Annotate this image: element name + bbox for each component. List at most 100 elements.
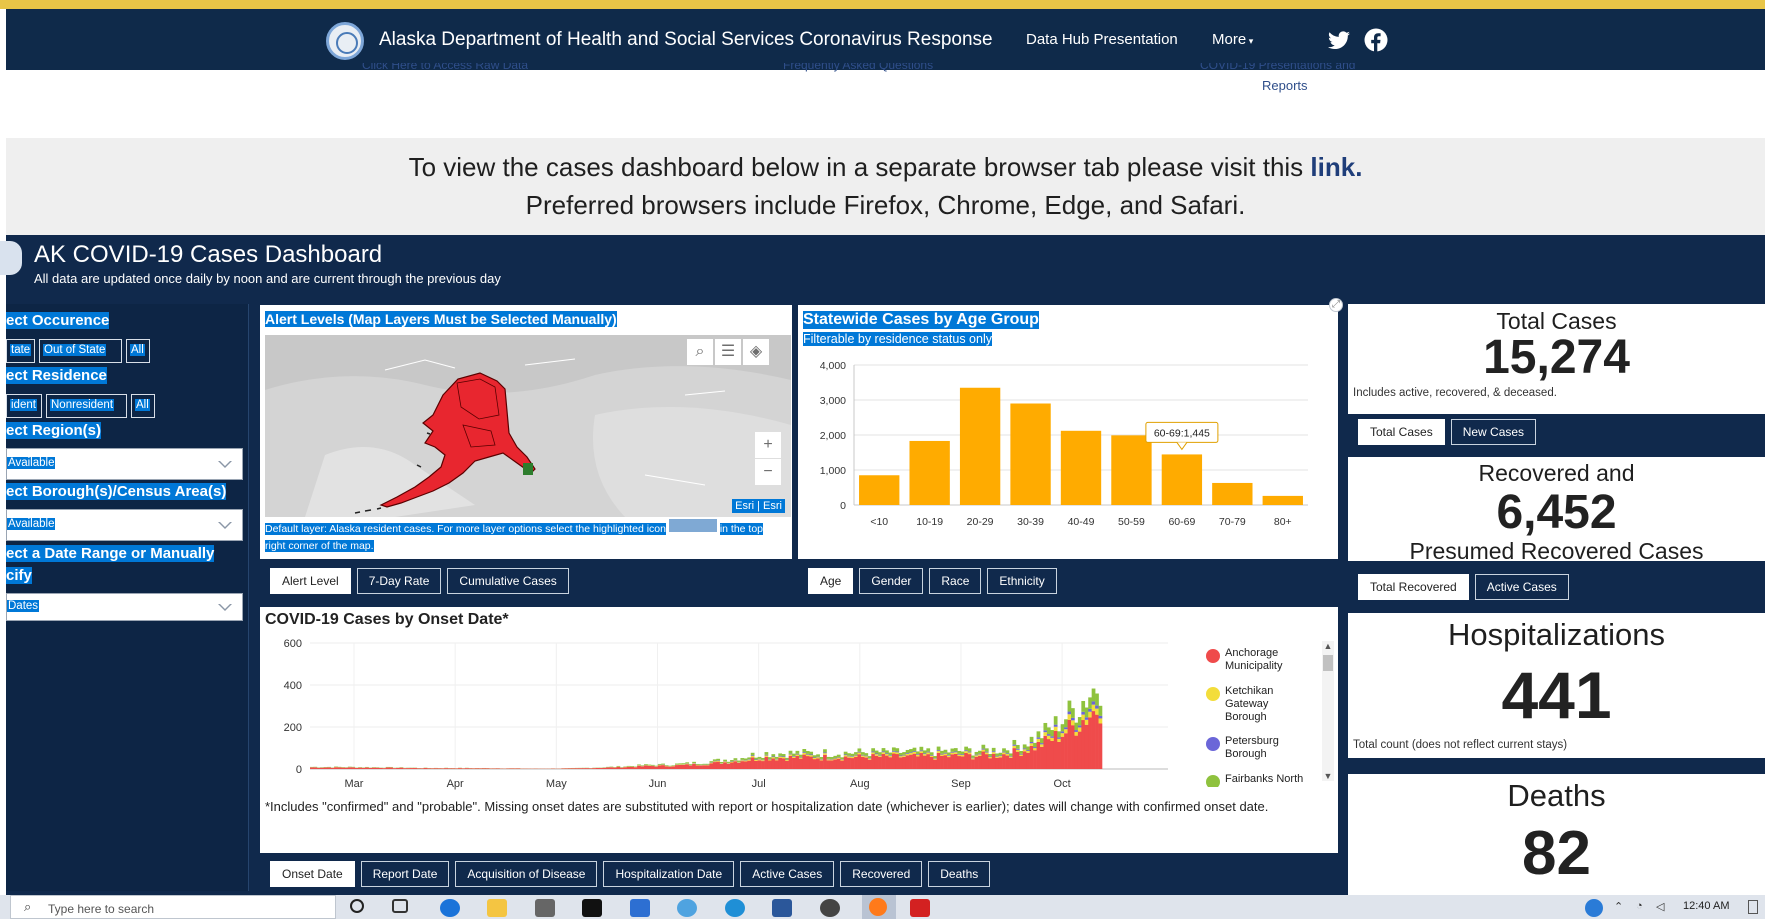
tab-race[interactable]: Race [929,568,982,594]
people-icon[interactable] [677,899,697,917]
onset-series-bar [816,757,820,759]
onset-series-bar [778,757,783,769]
age-xtick-label: 20-29 [967,516,994,528]
occurence-in-state-button[interactable]: tate [6,339,35,363]
nav-more-menu[interactable]: More ▾ [1212,31,1253,48]
scroll-thumb[interactable] [1323,655,1333,671]
notification-icon[interactable] [1748,900,1758,914]
scroll-up-icon[interactable]: ▲ [1322,641,1334,651]
onset-series-bar [1064,719,1068,728]
onset-series-bar [878,752,882,755]
tab-gender[interactable]: Gender [859,568,924,594]
onset-date-title: COVID-19 Cases by Onset Date* [265,611,509,628]
legend-icon[interactable]: ☰ [715,339,741,365]
tab-active-cases-kpi[interactable]: Active Cases [1474,574,1569,600]
tab-cumulative-cases[interactable]: Cumulative Cases [447,568,569,594]
legend-scrollbar[interactable]: ▲ ▼ [1322,641,1334,781]
tab-total-cases[interactable]: Total Cases [1358,419,1445,445]
tab-acquisition[interactable]: Acquisition of Disease [455,861,598,887]
firefox-active-slot[interactable] [862,895,896,919]
onset-series-bar [950,748,955,752]
onset-series-bar [929,752,934,755]
borough-dropdown[interactable]: Available [6,509,243,541]
onset-series-bar [960,755,965,757]
dashboard-link[interactable]: link. [1310,152,1362,182]
esri-attribution[interactable]: Esri | Esri [732,499,785,513]
clock-time[interactable]: 12:40 AM [1683,900,1729,912]
layers-icon[interactable]: ◈ [743,339,769,365]
network-icon[interactable]: ◔ [1636,900,1643,912]
cortana-icon[interactable] [350,899,364,913]
mail-icon[interactable] [630,899,650,917]
taskbar-search-box[interactable]: ⌕ Type here to search [10,895,336,919]
tab-ethnicity[interactable]: Ethnicity [987,568,1057,594]
expand-icon[interactable]: ⤢ [1329,298,1343,312]
onset-series-bar [1081,714,1086,721]
ie-icon[interactable] [725,899,745,917]
file-explorer-icon[interactable] [487,899,507,917]
facebook-icon[interactable] [1364,28,1388,52]
task-view-icon[interactable] [392,899,408,913]
zoom-in-button[interactable]: + [755,432,781,458]
twitter-icon[interactable] [1327,28,1351,52]
onset-series-bar [829,759,834,761]
onset-series-bar [1088,708,1092,712]
date-dropdown[interactable]: Dates [6,593,243,621]
tab-alert-level[interactable]: Alert Level [270,568,351,594]
tab-new-cases[interactable]: New Cases [1450,419,1537,445]
nav-more-label: More [1212,31,1247,48]
tab-hospitalization-date[interactable]: Hospitalization Date [603,861,735,887]
occurence-all-button[interactable]: All [126,339,150,363]
onset-series-bar [826,760,831,769]
onset-series-bar [788,750,793,754]
onset-series-bar [785,760,789,761]
onset-series-bar [795,755,800,769]
onset-series-bar [716,760,721,762]
onset-series-bar [1043,735,1048,769]
tab-deaths[interactable]: Deaths [928,861,991,887]
onset-series-bar [874,755,879,769]
onset-series-bar [805,751,810,754]
residence-all-button[interactable]: All [131,394,155,418]
edge-icon[interactable] [440,899,460,917]
onset-series-bar [650,766,655,769]
tab-age[interactable]: Age [808,568,854,594]
tab-onset-date[interactable]: Onset Date [270,861,355,887]
onset-series-bar [971,755,975,758]
onset-series-bar [864,753,869,756]
alert-level-map[interactable]: ⌕ ☰ ◈ + − Esri | Esri [265,335,791,517]
tab-active-cases[interactable]: Active Cases [740,861,835,887]
nav-data-hub-link[interactable]: Data Hub Presentation [1026,31,1178,48]
onset-series-bar [933,758,938,760]
onset-series-bar [1015,748,1020,750]
onset-series-bar [898,752,903,756]
onset-series-bar [1067,711,1072,715]
onset-series-bar [1040,743,1044,745]
residence-nonresident-button[interactable]: Nonresident [46,394,127,418]
tab-report-date[interactable]: Report Date [360,861,450,887]
volume-icon[interactable]: ◁ [1656,900,1664,913]
help-icon[interactable] [1585,899,1603,917]
store-icon[interactable] [535,899,555,917]
amazon-icon[interactable] [582,899,602,917]
word-icon[interactable] [772,899,792,917]
site-title[interactable]: Alaska Department of Health and Social S… [379,29,993,51]
state-seal-logo[interactable] [326,22,364,60]
tray-chevron-icon[interactable]: ⌃ [1614,900,1623,913]
reports-link[interactable]: Reports [1262,78,1308,93]
onset-series-bar [712,759,717,761]
gear-icon[interactable] [820,899,840,917]
region-dropdown[interactable]: Available [6,448,243,480]
tab-total-recovered[interactable]: Total Recovered [1358,574,1469,600]
tab-recovered[interactable]: Recovered [840,861,923,887]
search-icon[interactable]: ⌕ [687,339,713,365]
pdf-reader-icon[interactable] [910,899,930,917]
onset-series-bar [854,754,858,756]
zoom-out-button[interactable]: − [755,459,781,485]
residence-resident-button[interactable]: ident [6,394,42,418]
occurence-out-of-state-button[interactable]: Out of State [39,339,122,363]
onset-series-bar [471,768,476,769]
onset-series-bar [798,754,803,757]
tab-7-day-rate[interactable]: 7-Day Rate [356,568,442,594]
scroll-down-icon[interactable]: ▼ [1322,771,1334,781]
